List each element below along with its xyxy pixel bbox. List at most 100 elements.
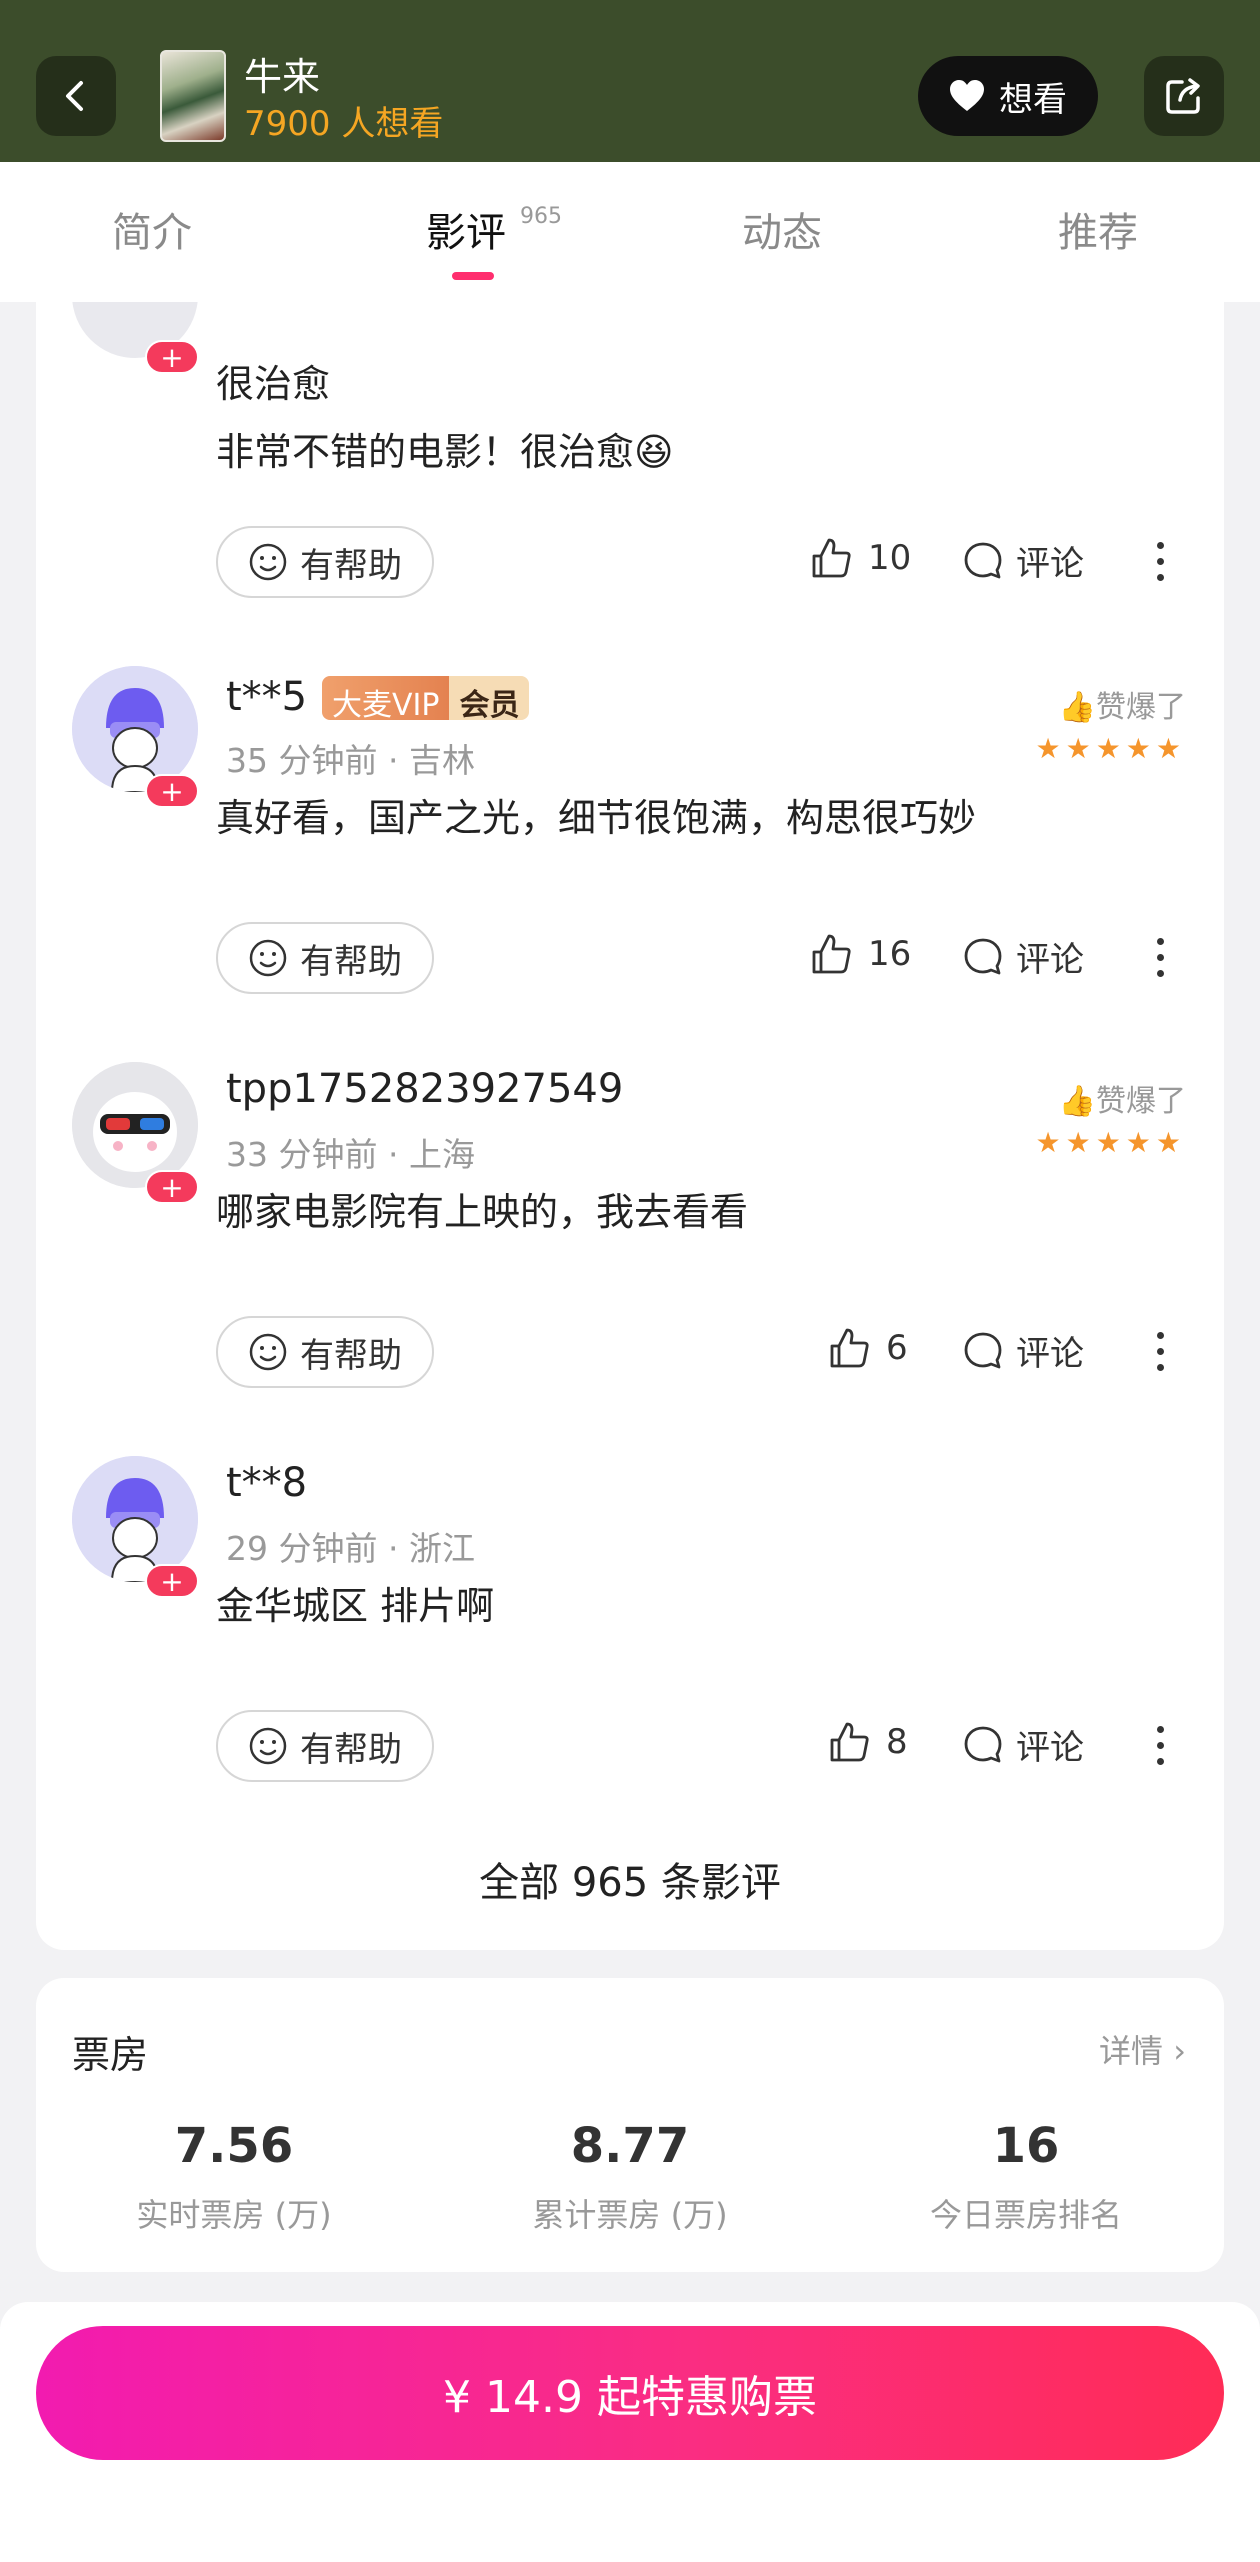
movie-poster-thumbnail[interactable]	[160, 50, 226, 142]
more-options-icon[interactable]	[1150, 542, 1170, 581]
helpful-button[interactable]: 有帮助	[216, 1316, 434, 1388]
follow-plus-icon[interactable]: +	[145, 1170, 199, 1204]
want-to-watch-button[interactable]: 想看	[918, 56, 1098, 136]
comment-button[interactable]: 评论	[962, 536, 1084, 585]
like-button[interactable]: 16	[810, 932, 911, 976]
heart-icon	[950, 80, 984, 111]
thumbs-up-icon	[812, 538, 851, 578]
review-text: 哪家电影院有上映的，我去看看	[216, 1190, 749, 1234]
tab-updates[interactable]: 动态	[742, 200, 822, 258]
review-meta: 33 分钟前 · 上海	[226, 1135, 475, 1174]
comment-label: 评论	[1016, 1334, 1084, 1374]
review-text: 非常不错的电影！很治愈😆	[216, 430, 674, 474]
vip-badge: 大麦VIP 会员	[322, 676, 530, 720]
avatar[interactable]: +	[72, 1456, 199, 1598]
like-count: 6	[886, 1328, 908, 1368]
review-meta: 29 分钟前 · 浙江	[226, 1529, 475, 1568]
stat-value: 7.56	[174, 2118, 294, 2174]
stat-rank: 16 今日票房排名	[828, 2118, 1224, 2236]
avatar[interactable]: +	[72, 1062, 199, 1204]
box-office-title: 票房	[72, 2033, 149, 2077]
rating-praise: 👍赞爆了	[1058, 690, 1186, 725]
smile-icon	[249, 939, 287, 977]
thumbs-up-icon	[812, 934, 851, 974]
box-office-detail-link[interactable]: 详情 ›	[1099, 2026, 1186, 2072]
helpful-label: 有帮助	[300, 545, 402, 586]
thumbs-up-icon	[830, 1722, 869, 1762]
stat-label: 实时票房 (万)	[136, 2196, 332, 2234]
like-count: 16	[868, 934, 912, 974]
member-label: 会员	[449, 676, 530, 720]
all-reviews-link[interactable]: 全部 965 条影评	[36, 1850, 1224, 1908]
buy-ticket-button[interactable]: ¥ 14.9 起特惠购票	[36, 2326, 1224, 2460]
username[interactable]: tpp1752823927549	[226, 1066, 623, 1112]
comment-bubble-icon	[964, 1726, 1002, 1762]
reviews-card: + 很治愈 非常不错的电影！很治愈😆 有帮助 10 评论 + t**5 大麦VI…	[36, 302, 1224, 1950]
tab-reviews[interactable]: 影评	[426, 200, 506, 258]
comment-button[interactable]: 评论	[962, 932, 1084, 981]
share-icon	[1166, 78, 1200, 114]
avatar[interactable]: +	[72, 302, 199, 374]
tab-intro[interactable]: 简介	[112, 200, 192, 258]
comment-bubble-icon	[964, 1332, 1002, 1368]
more-options-icon[interactable]	[1150, 938, 1170, 977]
helpful-button[interactable]: 有帮助	[216, 1710, 434, 1782]
review-meta: 35 分钟前 · 吉林	[226, 741, 475, 780]
stat-value: 16	[992, 2118, 1060, 2174]
chevron-left-icon	[66, 81, 83, 111]
avatar[interactable]: +	[72, 666, 199, 808]
top-bar: 牛来 7900 人想看 想看	[0, 0, 1260, 162]
smile-icon	[249, 543, 287, 581]
helpful-label: 有帮助	[300, 941, 402, 982]
follow-plus-icon[interactable]: +	[145, 1564, 199, 1598]
want-button-label: 想看	[999, 79, 1067, 120]
rating-praise: 👍赞爆了	[1058, 1084, 1186, 1119]
follow-plus-icon[interactable]: +	[145, 774, 199, 808]
helpful-label: 有帮助	[300, 1335, 402, 1376]
bottom-action-bar: ¥ 14.9 起特惠购票	[0, 2302, 1260, 2562]
review-title: 很治愈	[216, 362, 331, 406]
comment-bubble-icon	[964, 542, 1002, 578]
like-button[interactable]: 10	[810, 536, 911, 580]
review-text: 真好看，国产之光，细节很饱满，构思很巧妙	[216, 796, 977, 840]
like-count: 8	[886, 1722, 908, 1762]
movie-title: 牛来	[244, 55, 321, 99]
like-button[interactable]: 6	[828, 1326, 908, 1370]
smile-icon	[249, 1727, 287, 1765]
more-options-icon[interactable]	[1150, 1332, 1170, 1371]
username[interactable]: t**8	[226, 1460, 307, 1506]
smile-icon	[249, 1333, 287, 1371]
helpful-label: 有帮助	[300, 1729, 402, 1770]
vip-label: 大麦VIP	[322, 676, 450, 720]
comment-label: 评论	[1016, 544, 1084, 584]
tab-recommend[interactable]: 推荐	[1058, 200, 1138, 258]
like-count: 10	[868, 538, 912, 578]
stat-label: 今日票房排名	[929, 2196, 1122, 2234]
back-button[interactable]	[36, 56, 116, 136]
star-rating: ★★★★★	[1035, 732, 1186, 765]
username[interactable]: t**5	[226, 674, 307, 720]
stat-value: 8.77	[570, 2118, 690, 2174]
like-button[interactable]: 8	[828, 1720, 908, 1764]
tab-reviews-count: 965	[520, 204, 562, 229]
more-options-icon[interactable]	[1150, 1726, 1170, 1765]
review-text: 金华城区 排片啊	[216, 1584, 495, 1628]
stat-realtime: 7.56 实时票房 (万)	[36, 2118, 432, 2236]
box-office-card: 票房 详情 › 7.56 实时票房 (万) 8.77 累计票房 (万) 16 今…	[36, 1978, 1224, 2272]
helpful-button[interactable]: 有帮助	[216, 526, 434, 598]
want-count: 7900 人想看	[244, 104, 444, 144]
stat-cumulative: 8.77 累计票房 (万)	[432, 2118, 828, 2236]
stat-label: 累计票房 (万)	[532, 2196, 728, 2234]
share-button[interactable]	[1144, 56, 1224, 136]
comment-label: 评论	[1016, 940, 1084, 980]
thumbs-up-icon	[830, 1328, 869, 1368]
active-tab-indicator	[452, 272, 494, 280]
follow-plus-icon[interactable]: +	[145, 340, 199, 374]
helpful-button[interactable]: 有帮助	[216, 922, 434, 994]
tab-bar: 简介 影评 965 动态 推荐	[0, 162, 1260, 302]
comment-button[interactable]: 评论	[962, 1326, 1084, 1375]
comment-bubble-icon	[964, 938, 1002, 974]
comment-label: 评论	[1016, 1728, 1084, 1768]
comment-button[interactable]: 评论	[962, 1720, 1084, 1769]
star-rating: ★★★★★	[1035, 1126, 1186, 1159]
